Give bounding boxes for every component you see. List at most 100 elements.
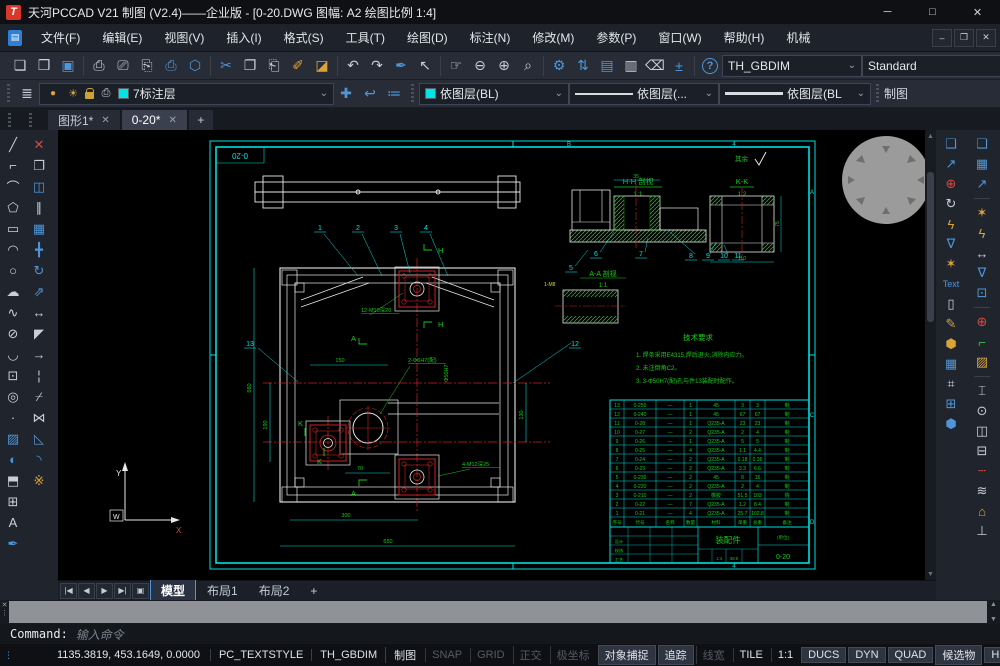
format-painter-icon[interactable]: ✐ xyxy=(286,55,310,77)
doc-tab-0-20[interactable]: 0-20* ✕ xyxy=(122,110,187,130)
toggle-DYN[interactable]: DYN xyxy=(848,647,885,663)
zoom-window-icon[interactable]: ⊕ xyxy=(492,55,516,77)
spline-tool-icon[interactable]: ∿ xyxy=(1,302,25,323)
tolerance-box-icon[interactable]: ⊡ xyxy=(970,283,994,303)
new-file-icon[interactable]: ❏ xyxy=(8,55,32,77)
color-picker-icon[interactable]: ✒ xyxy=(389,55,413,77)
quick-dim-icon[interactable]: ϟ xyxy=(939,214,963,234)
scale-tool-icon[interactable]: ⇗ xyxy=(27,281,51,302)
erase-tool-icon[interactable]: ✕ xyxy=(27,134,51,155)
region-tool-icon[interactable]: ⬒ xyxy=(1,470,25,491)
frame-insert-2-icon[interactable]: ❑ xyxy=(970,134,994,154)
join-tool-icon[interactable]: ⋈ xyxy=(27,407,51,428)
sun-icon[interactable]: ☀ xyxy=(65,83,81,105)
toggle-候选物[interactable]: 候选物 xyxy=(935,645,982,665)
wand-2-icon[interactable]: ✶ xyxy=(970,203,994,223)
lock-icon[interactable] xyxy=(85,92,94,99)
tab-layout2[interactable]: 布局2 xyxy=(249,580,300,601)
shaft-part-icon[interactable]: ⊥ xyxy=(970,521,994,541)
serial-balloon-icon[interactable]: ⌗ xyxy=(939,374,963,394)
toggle-线宽[interactable]: 线宽 xyxy=(696,646,731,664)
spring-part-icon[interactable]: ≋ xyxy=(970,481,994,501)
menu-item-1[interactable]: 编辑(E) xyxy=(91,25,153,50)
workspace-field[interactable]: 制图 xyxy=(385,647,424,663)
stretch-tool-icon[interactable]: ↔ xyxy=(27,302,51,323)
extend-tool-icon[interactable]: → xyxy=(27,344,51,365)
break-tool-icon[interactable]: ⌿ xyxy=(27,386,51,407)
navigation-wheel[interactable] xyxy=(842,136,925,224)
toggle-HKAKU[interactable]: HKAKU xyxy=(984,647,1000,663)
drawing-canvas[interactable]: 0-20 B 4 A C D 4 xyxy=(58,130,925,580)
bom-table-icon[interactable]: ⊞ xyxy=(939,394,963,414)
circle-tool-icon[interactable]: ○ xyxy=(1,260,25,281)
mdi-close-button[interactable]: ✕ xyxy=(976,29,996,47)
command-input[interactable]: 输入命令 xyxy=(76,626,124,643)
prev-tab-button[interactable]: ◀ xyxy=(78,583,95,599)
publish-icon[interactable]: ⎙ xyxy=(159,55,183,77)
rotate-tool-icon[interactable]: ↻ xyxy=(27,260,51,281)
toolbar-grip[interactable] xyxy=(874,84,881,104)
zoom-previous-icon[interactable]: ⌕ xyxy=(516,55,540,77)
fillet-tool-icon[interactable]: ◝ xyxy=(27,449,51,470)
layer-combo[interactable]: ● ☀ ⎙ 7标注层 ⌄ xyxy=(39,83,334,105)
hatch-area-icon[interactable]: ▨ xyxy=(970,352,994,372)
printer-icon[interactable]: ⎙ xyxy=(98,83,114,105)
draw-order-icon[interactable]: ⇅ xyxy=(571,55,595,77)
menu-item-11[interactable]: 帮助(H) xyxy=(713,25,776,50)
menu-item-9[interactable]: 参数(P) xyxy=(585,25,647,50)
seal-part-icon[interactable]: ⊟ xyxy=(970,441,994,461)
table-tool-icon[interactable]: ⊞ xyxy=(1,491,25,512)
menu-item-8[interactable]: 修改(M) xyxy=(521,25,585,50)
last-tab-button[interactable]: ▶| xyxy=(114,583,131,599)
ellipse-arc-tool-icon[interactable]: ◡ xyxy=(1,344,25,365)
doc-tab-drawing1[interactable]: 图形1* ✕ xyxy=(48,110,120,130)
mdi-restore-button[interactable]: ❐ xyxy=(954,29,974,47)
pan-icon[interactable]: ☞ xyxy=(444,55,468,77)
layer-previous-icon[interactable]: ↩ xyxy=(358,83,382,105)
canvas-vertical-scrollbar[interactable]: ▲ ▼ xyxy=(925,130,936,580)
zoom-out-icon[interactable]: ⊖ xyxy=(468,55,492,77)
eraser-icon[interactable]: ⌫ xyxy=(643,55,667,77)
centerline-part-icon[interactable]: ┄ xyxy=(970,461,994,481)
menu-item-7[interactable]: 标注(N) xyxy=(459,25,522,50)
open-file-icon[interactable]: ❒ xyxy=(32,55,56,77)
polyline-tool-icon[interactable]: ⌐ xyxy=(1,155,25,176)
toggle-QUAD[interactable]: QUAD xyxy=(888,647,934,663)
rectangle-tool-icon[interactable]: ▭ xyxy=(1,218,25,239)
polygon-tool-icon[interactable]: ⬠ xyxy=(1,197,25,218)
move-tool-icon[interactable]: ╋ xyxy=(27,239,51,260)
menu-item-6[interactable]: 绘图(D) xyxy=(396,25,459,50)
tool-palettes-icon[interactable]: ▥ xyxy=(619,55,643,77)
bolt-part-icon[interactable]: ⌶ xyxy=(970,381,994,401)
trim-tool-icon[interactable]: ◤ xyxy=(27,323,51,344)
check-stamp-icon[interactable]: ✎ xyxy=(939,314,963,334)
quick-select-icon[interactable]: ↖ xyxy=(413,55,437,77)
toolbar-grip[interactable] xyxy=(27,113,34,127)
undo-icon[interactable]: ↶ xyxy=(341,55,365,77)
scrollbar-thumb[interactable] xyxy=(927,172,934,322)
scroll-down-icon[interactable]: ▼ xyxy=(927,568,934,580)
housing-part-icon[interactable]: ⌂ xyxy=(970,501,994,521)
new-tab-button[interactable]: + xyxy=(189,110,213,130)
first-tab-button[interactable]: |◀ xyxy=(60,583,77,599)
mdi-minimize-button[interactable]: – xyxy=(932,29,952,47)
section-symbol-icon[interactable]: ▯ xyxy=(939,294,963,314)
lineweight-combo[interactable]: 依图层(BL ⌄ xyxy=(719,83,871,105)
text-style-field[interactable]: PC_TEXTSTYLE xyxy=(210,649,311,661)
revision-cloud-tool-icon[interactable]: ☁ xyxy=(1,281,25,302)
batch-plot-icon[interactable]: ⎘ xyxy=(135,55,159,77)
eyedropper-tool-icon[interactable]: ✒ xyxy=(1,533,25,554)
donut-tool-icon[interactable]: ◎ xyxy=(1,386,25,407)
tab-model[interactable]: 模型 xyxy=(150,579,196,602)
offset-tool-icon[interactable]: ∥ xyxy=(27,197,51,218)
dim-style-combo[interactable]: TH_GBDIM ⌄ xyxy=(722,55,862,77)
toolbar-grip[interactable] xyxy=(6,113,13,127)
datum-symbol-icon[interactable]: ⊕ xyxy=(939,174,963,194)
command-scrollbar[interactable]: ▲ ▼ xyxy=(987,600,1000,624)
arc-3pt-tool-icon[interactable]: ◠ xyxy=(1,239,25,260)
text-style-combo[interactable]: Standard xyxy=(862,55,1000,77)
leader-3-icon[interactable]: ↗ xyxy=(970,174,994,194)
toggle-TILE[interactable]: TILE xyxy=(733,648,769,662)
view-rotate-icon[interactable]: ↻ xyxy=(939,194,963,214)
copy-tool-icon[interactable]: ❐ xyxy=(27,155,51,176)
